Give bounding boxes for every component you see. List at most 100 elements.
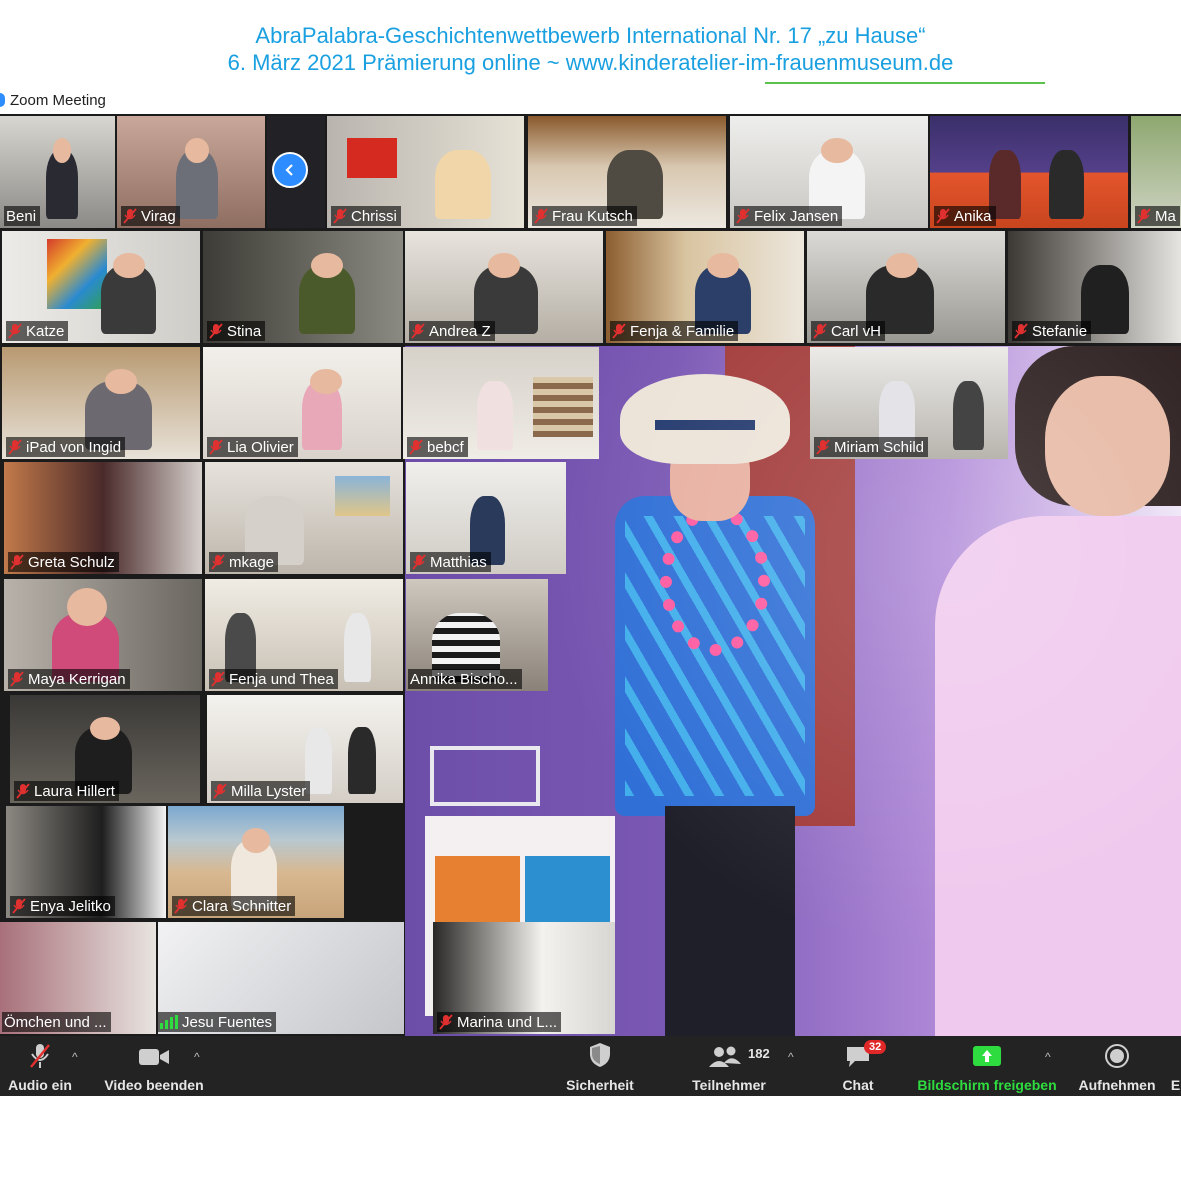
tile-flag [347, 138, 397, 178]
video-button[interactable]: Video beenden [98, 1036, 210, 1096]
participant-tile[interactable]: Stefanie [1008, 231, 1181, 343]
participant-tile[interactable]: Milla Lyster [207, 695, 403, 803]
participant-name: iPad von Ingid [26, 438, 122, 456]
video-options-caret[interactable]: ^ [194, 1050, 200, 1064]
participant-name-label: Milla Lyster [211, 781, 311, 801]
security-button[interactable]: Sicherheit [560, 1036, 640, 1096]
tile-head [241, 828, 271, 854]
participant-tile[interactable]: Frau Kutsch [528, 116, 726, 228]
participant-tile[interactable]: Marina und L... [433, 922, 615, 1034]
participant-name-label: mkage [209, 552, 279, 572]
participant-tile[interactable]: Clara Schnitter [168, 806, 344, 918]
chat-button[interactable]: 32 Chat [826, 1036, 890, 1096]
mic-off-icon [409, 439, 423, 455]
audio-options-caret[interactable]: ^ [72, 1050, 78, 1064]
mic-off-icon [10, 554, 24, 570]
audio-level-icon [160, 1015, 178, 1029]
mic-off-icon [813, 323, 827, 339]
mic-off-icon [8, 323, 22, 339]
tile-head [185, 138, 209, 164]
event-banner: AbraPalabra-Geschichtenwettbewerb Intern… [0, 22, 1181, 76]
participant-tile[interactable]: Anika [930, 116, 1128, 228]
mic-off-icon [612, 323, 626, 339]
share-screen-button[interactable]: Bildschirm freigeben [914, 1036, 1060, 1096]
participant-name: mkage [229, 553, 275, 571]
mic-off-icon [209, 439, 223, 455]
more-button[interactable]: E [1170, 1036, 1181, 1096]
participant-tile[interactable]: Katze [2, 231, 200, 343]
tile-head [821, 138, 853, 164]
participant-name: Ma [1155, 207, 1176, 225]
meeting-toolbar: Audio ein ^ Video beenden ^ Sicherheit 1… [0, 1036, 1181, 1096]
participant-tile[interactable]: Laura Hillert [10, 695, 200, 803]
participant-tile[interactable]: Carl vH [807, 231, 1005, 343]
audio-label: Audio ein [8, 1077, 72, 1093]
record-button[interactable]: Aufnehmen [1074, 1036, 1160, 1096]
participant-tile[interactable]: Beni [0, 116, 115, 228]
participant-tile[interactable]: Virag [117, 116, 265, 228]
participant-name-label: Stefanie [1012, 321, 1092, 341]
participant-tile[interactable]: Miriam Schild [810, 347, 1008, 459]
mic-off-icon [123, 208, 137, 224]
participant-name: Stina [227, 322, 262, 340]
participant-tile[interactable]: iPad von Ingid [2, 347, 200, 459]
participant-name: Matthias [430, 553, 487, 571]
audio-button[interactable]: Audio ein [0, 1036, 80, 1096]
participant-tile[interactable]: Matthias [406, 462, 566, 574]
participant-name: Laura Hillert [34, 782, 115, 800]
participant-tile[interactable]: Fenja und Thea [205, 579, 403, 691]
participant-name-label: Anika [934, 206, 996, 226]
participant-name: Anika [954, 207, 992, 225]
participant-tile[interactable]: Greta Schulz [4, 462, 202, 574]
participant-tile[interactable]: Annika Bischo... [406, 579, 548, 691]
tile-head [112, 253, 145, 279]
video-camera-icon [139, 1049, 169, 1065]
zoom-logo-icon [0, 93, 5, 107]
participant-tile[interactable]: Lia Olivier [203, 347, 401, 459]
participant-tile[interactable]: Enya Jelitko [6, 806, 166, 918]
people-icon [709, 1046, 741, 1067]
participant-tile[interactable]: Andrea Z [405, 231, 603, 343]
share-options-caret[interactable]: ^ [1045, 1050, 1051, 1064]
participant-tile[interactable]: Maya Kerrigan [4, 579, 202, 691]
participant-name: Carl vH [831, 322, 882, 340]
participants-options-caret[interactable]: ^ [788, 1050, 794, 1064]
participant-tile[interactable]: Ömchen und ... [0, 922, 156, 1034]
tile-bookshelf [533, 377, 593, 437]
mic-off-icon [30, 1044, 50, 1068]
participant-name-label: Chrissi [331, 206, 401, 226]
mic-off-icon [211, 671, 225, 687]
shield-icon [590, 1043, 610, 1067]
participant-name-label: Carl vH [811, 321, 886, 341]
participant-name-label: Katze [6, 321, 69, 341]
participant-tile[interactable]: bebcf [403, 347, 599, 459]
mic-off-icon [211, 554, 225, 570]
participant-tile[interactable]: Chrissi [327, 116, 524, 228]
participant-tile[interactable]: Stina [203, 231, 403, 343]
chat-unread-badge: 32 [864, 1040, 887, 1054]
participant-tile[interactable]: Felix Jansen [730, 116, 928, 228]
participant-name: Fenja und Thea [229, 670, 334, 688]
meeting-view: Beni Virag Chrissi Frau Kutsch Felix Jan… [0, 114, 1181, 1036]
participant-name: Lia Olivier [227, 438, 294, 456]
record-icon [1105, 1044, 1129, 1068]
chevron-left-icon [285, 164, 293, 176]
banner-subtitle: 6. März 2021 Prämierung online ~ www.kin… [227, 50, 954, 75]
record-label: Aufnehmen [1078, 1077, 1156, 1093]
participant-tile[interactable]: Ma [1131, 116, 1181, 228]
participants-button[interactable]: 182 Teilnehmer [684, 1036, 774, 1096]
participant-tile[interactable]: Jesu Fuentes [158, 922, 404, 1034]
previous-page-button[interactable] [272, 152, 308, 188]
participant-tile[interactable]: mkage [205, 462, 403, 574]
participant-name: Ömchen und ... [4, 1013, 107, 1031]
participants-label: Teilnehmer [692, 1077, 766, 1093]
participant-tile[interactable]: Fenja & Familie [606, 231, 804, 343]
participant-name-label: Fenja & Familie [610, 321, 739, 341]
security-label: Sicherheit [566, 1077, 634, 1093]
mic-off-icon [439, 1014, 453, 1030]
participant-name-label: Clara Schnitter [172, 896, 296, 916]
participant-name: Marina und L... [457, 1013, 558, 1031]
mic-off-icon [209, 323, 223, 339]
participant-name: Miriam Schild [834, 438, 925, 456]
participant-name: Clara Schnitter [192, 897, 292, 915]
